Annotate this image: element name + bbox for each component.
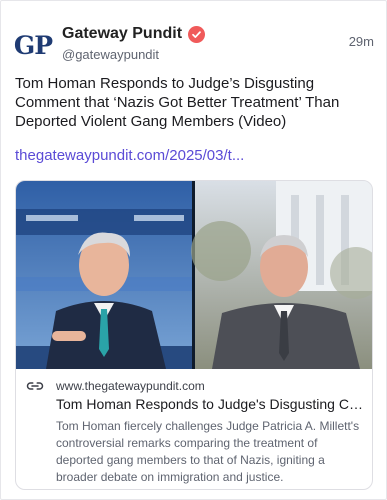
link-preview-description: Tom Homan fiercely challenges Judge Patr… xyxy=(56,419,360,484)
post-timestamp[interactable]: 29m xyxy=(349,34,374,49)
verified-badge-icon xyxy=(188,25,206,43)
author-name-row: Gateway Pundit xyxy=(62,25,206,43)
link-icon xyxy=(26,382,44,390)
post-text: Tom Homan Responds to Judge’s Disgusting… xyxy=(15,75,340,130)
link-preview-title[interactable]: Tom Homan Responds to Judge's Disgusting… xyxy=(56,396,366,412)
author-handle[interactable]: @gatewaypundit xyxy=(62,47,205,62)
link-preview-card[interactable]: www.thegatewaypundit.com Tom Homan Respo… xyxy=(15,180,373,490)
author-display-name[interactable]: Gateway Pundit xyxy=(62,25,182,43)
avatar-logo: GP xyxy=(13,30,53,60)
link-preview-image[interactable] xyxy=(16,181,372,369)
author-block[interactable]: Gateway Pundit @gatewaypundit xyxy=(62,25,206,62)
post-card[interactable]: GP Gateway Pundit @gatewaypundit 29m Tom… xyxy=(0,0,387,500)
post-header: GP Gateway Pundit @gatewaypundit 29m xyxy=(1,1,387,69)
link-preview-domain: www.thegatewaypundit.com xyxy=(56,379,205,393)
avatar[interactable]: GP xyxy=(13,28,53,62)
link-preview-body[interactable]: www.thegatewaypundit.com Tom Homan Respo… xyxy=(16,369,372,489)
post-link[interactable]: thegatewaypundit.com/2025/03/t... xyxy=(15,147,244,164)
